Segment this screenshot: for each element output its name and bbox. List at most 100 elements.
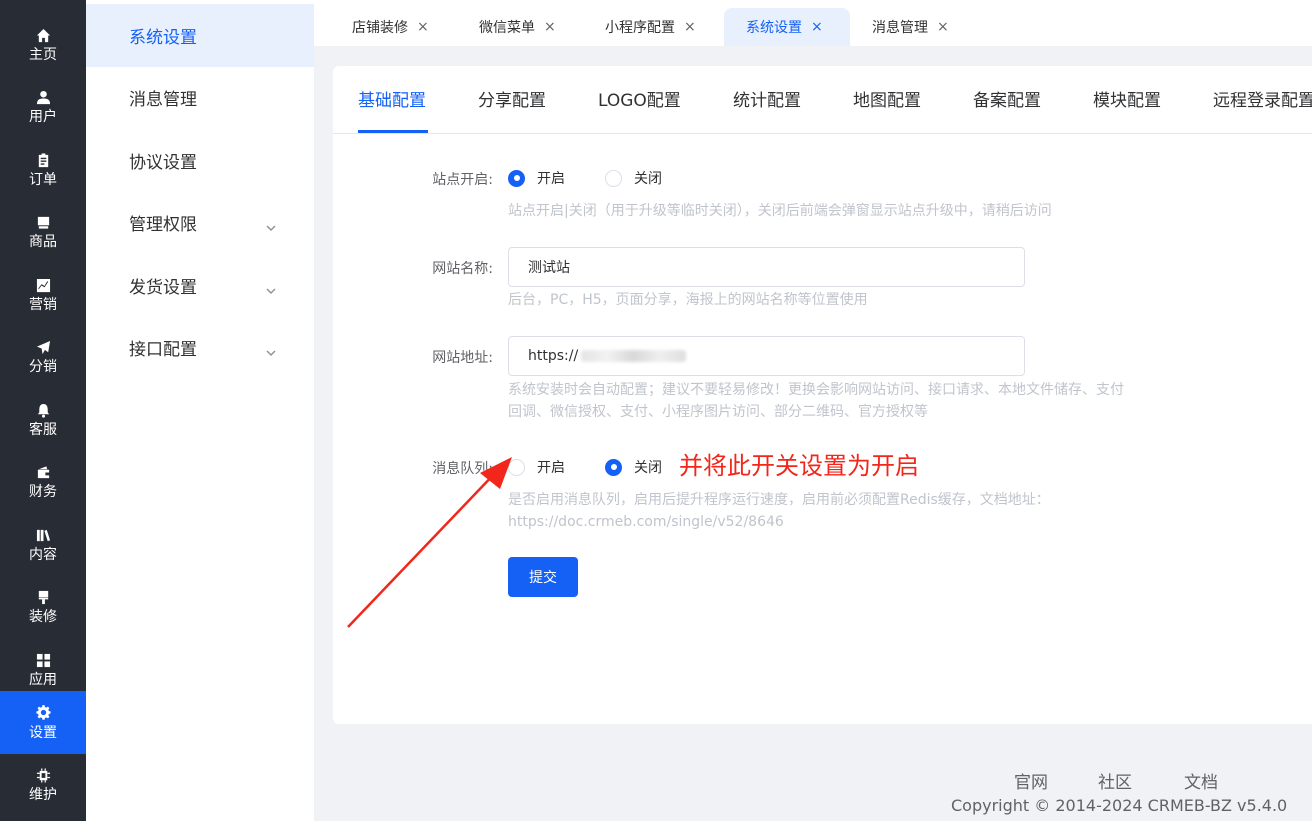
radio-label: 关闭 [634,460,662,476]
nav-label: 维护 [29,787,57,803]
config-tab-filing[interactable]: 备案配置 [973,86,1041,111]
nav-item-finance[interactable]: 财务 [0,451,86,513]
annotation-text: 并将此开关设置为开启 [679,452,919,480]
annotation-arrow [347,457,512,628]
site-url-help-line2: 回调、微信授权、支付、小程序图片访问、部分二维码、官方授权等 [508,404,928,420]
user-icon [34,88,52,106]
chevron-down-icon [266,217,276,232]
radio-label: 开启 [537,171,565,187]
nav-item-decoration[interactable]: 装修 [0,576,86,638]
submenu-item-label: 接口配置 [129,340,197,360]
submenu-item-shipping-settings[interactable]: 发货设置 [86,254,314,317]
config-tabs: 基础配置 分享配置 LOGO配置 统计配置 地图配置 备案配置 模块配置 远程登… [333,66,1312,134]
page-tab-bar: 店铺装修 × 微信菜单 × 小程序配置 × 系统设置 × 消息管理 × [314,0,1312,46]
submenu-item-agreement-settings[interactable]: 协议设置 [86,129,314,192]
nav-label: 内容 [29,547,57,563]
copyright-text: Copyright © 2014-2024 CRMEB-BZ v5.4.0 [951,796,1288,815]
nav-label: 营销 [29,297,57,313]
nav-item-order[interactable]: 订单 [0,139,86,201]
site-name-label: 网站名称: [432,261,493,277]
nav-label: 应用 [29,672,57,688]
site-open-radio-off[interactable]: 关闭 [605,168,662,188]
config-tab-logo[interactable]: LOGO配置 [598,86,681,111]
config-tab-share[interactable]: 分享配置 [478,86,546,111]
nav-item-maintenance[interactable]: 维护 [0,754,86,816]
tab-system-settings[interactable]: 系统设置 × [724,8,850,46]
footer-link-docs[interactable]: 文档 [1184,768,1218,793]
close-icon[interactable]: × [811,19,823,35]
distribution-icon [34,338,52,356]
submenu-item-label: 发货设置 [129,278,197,298]
config-tab-statistics[interactable]: 统计配置 [733,86,801,111]
order-icon [34,151,52,169]
tab-label: 小程序配置 [605,20,675,36]
site-open-help: 站点开启|关闭（用于升级等临时关闭），关闭后前端会弹窗显示站点升级中，请稍后访问 [508,203,1052,219]
site-open-label: 站点开启: [432,172,493,188]
nav-label: 客服 [29,422,57,438]
main-nav: 主页 用户 订单 商品 营销 分销 客服 财务 内容 装修 应用 设置 维护 [0,0,86,821]
nav-label: 设置 [29,724,57,741]
tab-label: 消息管理 [872,20,928,36]
marketing-icon [34,276,52,294]
close-icon[interactable]: × [937,19,949,35]
submenu-item-label: 消息管理 [129,90,197,110]
submenu-item-admin-permissions[interactable]: 管理权限 [86,191,314,254]
submenu-item-system-settings[interactable]: 系统设置 [86,4,314,67]
nav-label: 用户 [29,109,57,125]
nav-item-home[interactable]: 主页 [0,14,86,76]
config-tab-map[interactable]: 地图配置 [853,86,921,111]
close-icon[interactable]: × [417,19,429,35]
nav-label: 财务 [29,484,57,500]
nav-label: 主页 [29,47,57,63]
nav-item-content[interactable]: 内容 [0,514,86,576]
chevron-down-icon [266,342,276,357]
site-open-radio-on[interactable]: 开启 [508,168,565,188]
nav-item-user[interactable]: 用户 [0,76,86,138]
chevron-down-icon [266,280,276,295]
sub-menu: 系统设置 消息管理 协议设置 管理权限 发货设置 接口配置 [86,0,314,821]
message-queue-help-line2: https://doc.crmeb.com/single/v52/8646 [508,514,784,530]
site-url-label: 网站地址: [432,350,493,366]
tab-wechat-menu[interactable]: 微信菜单 × [479,8,556,46]
tab-store-decoration[interactable]: 店铺装修 × [352,8,429,46]
active-tab-indicator [358,130,428,133]
footer-link-official-site[interactable]: 官网 [1014,768,1048,793]
gear-icon [34,704,52,722]
nav-item-marketing[interactable]: 营销 [0,264,86,326]
site-name-input[interactable]: 测试站 [508,247,1025,287]
tab-label: 店铺装修 [352,20,408,36]
config-tab-module[interactable]: 模块配置 [1093,86,1161,111]
grid-icon [34,651,52,669]
wallet-icon [34,463,52,481]
close-icon[interactable]: × [684,19,696,35]
tab-label: 微信菜单 [479,20,535,36]
close-icon[interactable]: × [544,19,556,35]
nav-label: 分销 [29,359,57,375]
brush-icon [34,588,52,606]
message-queue-radio-off[interactable]: 关闭 [605,457,662,477]
config-tab-remote-login[interactable]: 远程登录配置 [1213,86,1312,111]
radio-icon [605,458,622,476]
nav-item-service[interactable]: 客服 [0,389,86,451]
site-url-value: https:// [528,348,579,364]
nav-label: 装修 [29,609,57,625]
nav-item-distribution[interactable]: 分销 [0,326,86,388]
nav-item-settings[interactable]: 设置 [0,691,86,754]
tab-miniprogram-config[interactable]: 小程序配置 × [605,8,696,46]
site-name-help: 后台，PC，H5，页面分享，海报上的网站名称等位置使用 [508,292,868,308]
radio-icon [605,169,622,187]
nav-label: 订单 [29,172,57,188]
submenu-item-api-config[interactable]: 接口配置 [86,316,314,379]
chip-icon [34,766,52,784]
home-icon [34,26,52,44]
submenu-item-message-management[interactable]: 消息管理 [86,66,314,129]
bell-icon [34,401,52,419]
config-tab-basic[interactable]: 基础配置 [358,86,426,111]
submenu-item-label: 管理权限 [129,215,197,235]
submenu-item-label: 系统设置 [129,28,197,48]
nav-item-product[interactable]: 商品 [0,201,86,263]
site-name-value: 测试站 [528,260,570,276]
site-url-input[interactable]: https:// [508,336,1025,376]
tab-message-management[interactable]: 消息管理 × [872,8,949,46]
footer-link-community[interactable]: 社区 [1098,768,1132,793]
